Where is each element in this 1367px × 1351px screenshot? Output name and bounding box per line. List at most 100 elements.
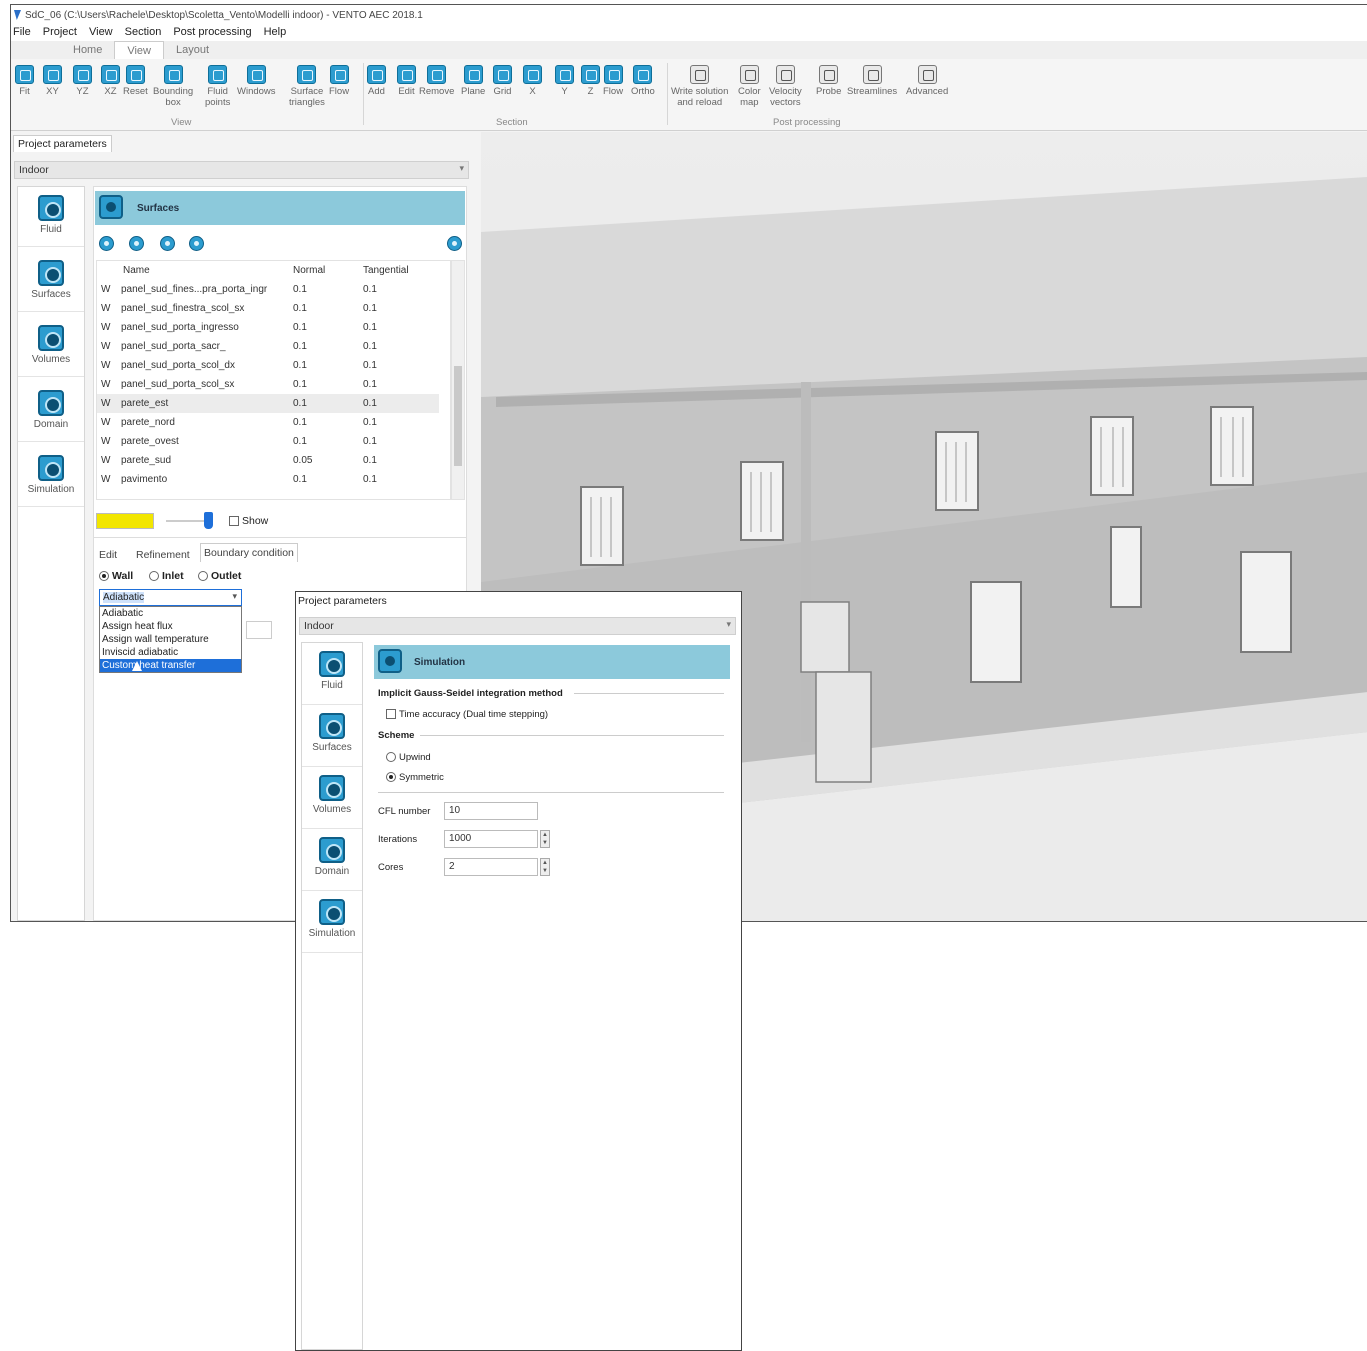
- ribbon-button-flow[interactable]: Flow: [603, 65, 623, 97]
- dropdown-option[interactable]: Inviscid adiabatic: [100, 646, 241, 659]
- remove-surface-icon[interactable]: [129, 236, 144, 251]
- cores-input[interactable]: 2: [444, 858, 538, 876]
- ribbon-button-streamlines[interactable]: Streamlines: [847, 65, 897, 97]
- ribbon-button-yz[interactable]: YZ: [73, 65, 92, 97]
- ribbon-button-windows[interactable]: Windows: [237, 65, 276, 97]
- table-row[interactable]: Wpanel_sud_porta_sacr_ 0.1 0.1: [97, 337, 439, 356]
- add-surface-icon[interactable]: [99, 236, 114, 251]
- plane-icon: [463, 65, 483, 84]
- table-row[interactable]: Wpanel_sud_porta_ingresso 0.1 0.1: [97, 318, 439, 337]
- show-checkbox[interactable]: Show: [229, 515, 268, 527]
- ribbon-button-plane[interactable]: Plane: [461, 65, 485, 97]
- ribbon-button-edit[interactable]: Edit: [397, 65, 416, 97]
- sidebar-item-simulation[interactable]: Simulation: [302, 891, 362, 953]
- menu-post-processing[interactable]: Post processing: [173, 26, 251, 41]
- time-accuracy-checkbox[interactable]: Time accuracy (Dual time stepping): [386, 709, 548, 720]
- table-scrollbar[interactable]: [451, 260, 465, 500]
- ribbon-button-add[interactable]: Add: [367, 65, 386, 97]
- sidebar-item-surfaces[interactable]: Surfaces: [302, 705, 362, 767]
- tab-layout[interactable]: Layout: [164, 41, 221, 59]
- radio-upwind[interactable]: Upwind: [386, 752, 431, 763]
- col-tangential[interactable]: Tangential: [359, 261, 439, 280]
- tab-home[interactable]: Home: [61, 41, 114, 59]
- radio-wall[interactable]: Wall: [99, 570, 133, 582]
- radio-outlet[interactable]: Outlet: [198, 570, 241, 582]
- sidebar-item-fluid[interactable]: Fluid: [18, 187, 84, 247]
- radio-inlet[interactable]: Inlet: [149, 570, 184, 582]
- remove-all-icon[interactable]: [160, 236, 175, 251]
- tab-edit[interactable]: Edit: [99, 549, 117, 561]
- sidebar-item-domain[interactable]: Domain: [302, 829, 362, 891]
- cores-stepper[interactable]: ▲ ▼: [540, 858, 550, 876]
- sidebar-item-simulation[interactable]: Simulation: [18, 447, 84, 507]
- iterations-input[interactable]: 1000: [444, 830, 538, 848]
- sidebar-item-surfaces[interactable]: Surfaces: [18, 252, 84, 312]
- tab-project-parameters[interactable]: Project parameters: [298, 595, 387, 607]
- bc-type-dropdown[interactable]: Adiabatic ▾: [99, 589, 242, 606]
- dropdown-option[interactable]: Assign wall temperature: [100, 633, 241, 646]
- sidebar-item-fluid[interactable]: Fluid: [302, 643, 362, 705]
- ribbon-button-xy[interactable]: XY: [43, 65, 62, 97]
- ribbon-button-surface-triangles[interactable]: Surface triangles: [289, 65, 325, 108]
- ribbon-button-flow[interactable]: Flow: [329, 65, 349, 97]
- ribbon-button-write-solution-and-reload[interactable]: Write solution and reload: [671, 65, 728, 108]
- ribbon-button-y[interactable]: Y: [555, 65, 574, 97]
- menu-section[interactable]: Section: [125, 26, 162, 41]
- table-row[interactable]: Wpanel_sud_porta_scol_sx 0.1 0.1: [97, 375, 439, 394]
- ribbon-button-color-map[interactable]: Color map: [738, 65, 761, 108]
- sidebar-item-domain[interactable]: Domain: [18, 382, 84, 442]
- menu-file[interactable]: File: [13, 26, 31, 41]
- scenario-dropdown[interactable]: Indoor ▾: [14, 161, 469, 179]
- menu-help[interactable]: Help: [264, 26, 287, 41]
- sidebar-item-volumes[interactable]: Volumes: [18, 317, 84, 377]
- surface-color-swatch[interactable]: [96, 513, 154, 529]
- category-sidebar: Fluid Surfaces Volumes Domain Simulation: [301, 642, 363, 1350]
- cell-tangential: 0.1: [363, 341, 377, 352]
- ribbon-button-x[interactable]: X: [523, 65, 542, 97]
- col-name[interactable]: Name: [117, 261, 289, 280]
- table-row[interactable]: Wpanel_sud_finestra_scol_sx 0.1 0.1: [97, 299, 439, 318]
- dropdown-option[interactable]: Custom heat transfer: [100, 659, 241, 672]
- dropdown-option[interactable]: Adiabatic: [100, 607, 241, 620]
- tab-boundary-condition[interactable]: Boundary condition: [200, 543, 298, 562]
- ribbon-button-fit[interactable]: Fit: [15, 65, 34, 97]
- radio-symmetric[interactable]: Symmetric: [386, 772, 444, 783]
- ribbon-button-xz[interactable]: XZ: [101, 65, 120, 97]
- tab-project-parameters[interactable]: Project parameters: [13, 135, 112, 152]
- table-row[interactable]: Wpavimento 0.1 0.1: [97, 470, 439, 489]
- sidebar-item-volumes[interactable]: Volumes: [302, 767, 362, 829]
- ribbon-button-grid[interactable]: Grid: [493, 65, 512, 97]
- ribbon-button-ortho[interactable]: Ortho: [631, 65, 655, 97]
- table-row[interactable]: Wparete_ovest 0.1 0.1: [97, 432, 439, 451]
- tab-refinement[interactable]: Refinement: [136, 549, 190, 561]
- scrollbar-thumb[interactable]: [454, 366, 462, 466]
- table-row[interactable]: Wpanel_sud_fines...pra_porta_ingr 0.1 0.1: [97, 280, 439, 299]
- ribbon-button-probe[interactable]: Probe: [816, 65, 841, 97]
- ribbon-button-z[interactable]: Z: [581, 65, 600, 97]
- write-solution-icon: [690, 65, 710, 84]
- col-normal[interactable]: Normal: [289, 261, 359, 280]
- select-surface-icon[interactable]: [189, 236, 204, 251]
- table-row[interactable]: Wparete_nord 0.1 0.1: [97, 413, 439, 432]
- scenario-dropdown[interactable]: Indoor ▾: [299, 617, 736, 635]
- ribbon-button-bounding-box[interactable]: Bounding box: [153, 65, 193, 108]
- cfl-input[interactable]: 10: [444, 802, 538, 820]
- ribbon-button-reset[interactable]: Reset: [123, 65, 148, 97]
- menu-project[interactable]: Project: [43, 26, 77, 41]
- menu-view[interactable]: View: [89, 26, 113, 41]
- iterations-stepper[interactable]: ▲ ▼: [540, 830, 550, 848]
- ribbon-button-fluid-points[interactable]: Fluid points: [205, 65, 230, 108]
- opacity-slider-handle[interactable]: [204, 512, 213, 529]
- ribbon-button-remove[interactable]: Remove: [419, 65, 454, 97]
- settings-icon[interactable]: [447, 236, 462, 251]
- ribbon-button-advanced[interactable]: Advanced: [906, 65, 948, 97]
- table-row[interactable]: Wparete_est 0.1 0.1: [97, 394, 439, 413]
- table-row[interactable]: Wparete_sud 0.05 0.1: [97, 451, 439, 470]
- bc-value-input[interactable]: [246, 621, 272, 639]
- ribbon-button-velocity-vectors[interactable]: Velocity vectors: [769, 65, 802, 108]
- cell-tangential: 0.1: [363, 436, 377, 447]
- dropdown-option[interactable]: Assign heat flux: [100, 620, 241, 633]
- table-row[interactable]: Wpanel_sud_porta_scol_dx 0.1 0.1: [97, 356, 439, 375]
- simulation-icon: [319, 899, 345, 925]
- tab-view[interactable]: View: [114, 41, 164, 59]
